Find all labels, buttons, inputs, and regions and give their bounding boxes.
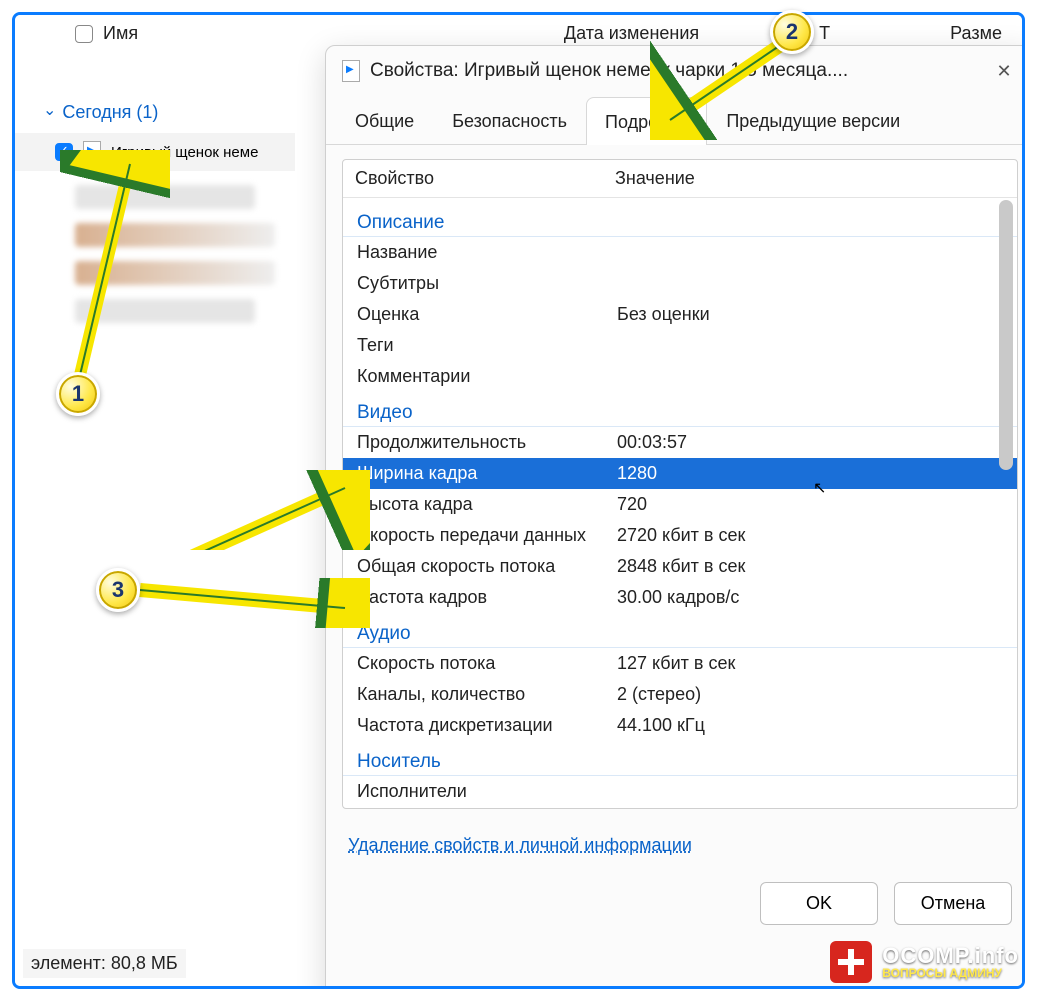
section-description: Описание — [343, 206, 1017, 237]
blurred-file — [75, 185, 255, 209]
blurred-file — [75, 299, 255, 323]
properties-dialog: Свойства: Игривый щенок немецк чарки 1.5… — [325, 45, 1025, 989]
prop-total-bitrate[interactable]: Общая скорость потока2848 кбит в сек — [343, 551, 1017, 582]
scrollbar[interactable] — [999, 200, 1013, 470]
file-checkbox[interactable] — [55, 143, 73, 161]
file-name: Игривый щенок неме — [111, 144, 258, 161]
tab-general[interactable]: Общие — [336, 96, 433, 144]
prop-samplerate[interactable]: Частота дискретизации44.100 кГц — [343, 710, 1017, 741]
tab-details[interactable]: Подробно — [586, 97, 707, 145]
prop-data-bitrate[interactable]: Скорость передачи данных2720 кбит в сек — [343, 520, 1017, 551]
header-property: Свойство — [355, 168, 615, 189]
prop-frame-height[interactable]: Высота кадра720 — [343, 489, 1017, 520]
blurred-file — [75, 223, 275, 247]
watermark: OCOMP.info ВОПРОСЫ АДМИНУ — [830, 941, 1019, 983]
prop-channels[interactable]: Каналы, количество2 (стерео) — [343, 679, 1017, 710]
video-file-icon — [83, 141, 101, 163]
callout-badge-3: 3 — [96, 568, 140, 612]
watermark-title: OCOMP.info — [882, 945, 1019, 967]
prop-comments[interactable]: Комментарии — [343, 361, 1017, 392]
video-file-icon — [342, 60, 360, 82]
prop-frame-width[interactable]: Ширина кадра1280 — [343, 458, 1017, 489]
prop-subtitles[interactable]: Субтитры — [343, 268, 1017, 299]
column-type[interactable]: Т — [819, 23, 830, 44]
column-name[interactable]: Имя — [103, 23, 138, 44]
section-audio: Аудио — [343, 617, 1017, 648]
callout-badge-1: 1 — [56, 372, 100, 416]
watermark-icon — [830, 941, 872, 983]
section-video: Видео — [343, 396, 1017, 427]
section-media: Носитель — [343, 745, 1017, 776]
prop-rating[interactable]: ОценкаБез оценки — [343, 299, 1017, 330]
properties-list: Свойство Значение Описание Название Субт… — [342, 159, 1018, 809]
file-row-selected[interactable]: Игривый щенок неме — [15, 133, 295, 171]
column-modified[interactable]: Дата изменения — [564, 23, 699, 44]
status-bar: элемент: 80,8 МБ — [23, 949, 186, 978]
select-all-checkbox[interactable] — [75, 25, 93, 43]
prop-performers[interactable]: Исполнители — [343, 776, 1017, 807]
cancel-button[interactable]: Отмена — [894, 882, 1012, 925]
prop-duration[interactable]: Продолжительность00:03:57 — [343, 427, 1017, 458]
prop-framerate[interactable]: Частота кадров30.00 кадров/с — [343, 582, 1017, 613]
header-value: Значение — [615, 168, 695, 189]
watermark-subtitle: ВОПРОСЫ АДМИНУ — [882, 967, 1019, 979]
tab-security[interactable]: Безопасность — [433, 96, 586, 144]
chevron-down-icon — [43, 102, 56, 123]
ok-button[interactable]: OK — [760, 882, 878, 925]
remove-properties-link[interactable]: Удаление свойств и личной информации — [348, 835, 1025, 856]
tabs: Общие Безопасность Подробно Предыдущие в… — [326, 96, 1025, 145]
blurred-file — [75, 261, 275, 285]
prop-title[interactable]: Название — [343, 237, 1017, 268]
dialog-title: Свойства: Игривый щенок немецк чарки 1.5… — [370, 60, 848, 82]
close-icon[interactable]: ✕ — [990, 61, 1018, 82]
callout-badge-2: 2 — [770, 10, 814, 54]
column-size[interactable]: Разме — [950, 23, 1002, 44]
prop-tags[interactable]: Теги — [343, 330, 1017, 361]
prop-audio-bitrate[interactable]: Скорость потока127 кбит в сек — [343, 648, 1017, 679]
tab-previous[interactable]: Предыдущие версии — [707, 96, 919, 144]
